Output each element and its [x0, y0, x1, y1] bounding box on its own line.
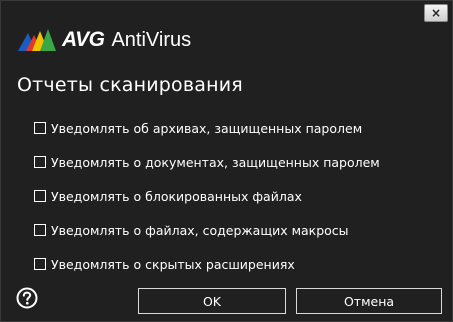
- option-archives[interactable]: Уведомлять об архивах, защищенных пароле…: [34, 119, 444, 137]
- option-macros[interactable]: Уведомлять о файлах, содержащих макросы: [34, 221, 444, 239]
- checkbox[interactable]: [34, 156, 46, 168]
- option-label: Уведомлять об архивах, защищенных пароле…: [51, 120, 363, 136]
- dialog-window: × AVG AntiVirus Отчеты сканирования Увед…: [0, 0, 453, 322]
- options-list: Уведомлять об архивах, защищенных пароле…: [34, 119, 444, 289]
- option-label: Уведомлять о документах, защищенных паро…: [51, 154, 380, 170]
- cancel-button[interactable]: Отмена: [296, 288, 442, 314]
- help-icon[interactable]: [16, 287, 38, 309]
- checkbox[interactable]: [34, 258, 46, 270]
- checkbox[interactable]: [34, 190, 46, 202]
- ok-button[interactable]: OK: [138, 288, 286, 314]
- product-name: AntiVirus: [111, 28, 192, 51]
- option-label: Уведомлять о скрытых расширениях: [51, 256, 295, 272]
- avg-logo-icon: [18, 29, 56, 51]
- ok-button-label: OK: [202, 293, 222, 309]
- checkbox[interactable]: [34, 122, 46, 134]
- option-hidden-extensions[interactable]: Уведомлять о скрытых расширениях: [34, 255, 444, 273]
- dialog-title: Отчеты сканирования: [17, 74, 243, 96]
- brand-name: AVG: [62, 28, 105, 51]
- close-button[interactable]: ×: [424, 4, 448, 22]
- option-label: Уведомлять о файлах, содержащих макросы: [51, 222, 349, 238]
- option-documents[interactable]: Уведомлять о документах, защищенных паро…: [34, 153, 444, 171]
- option-label: Уведомлять о блокированных файлах: [51, 188, 302, 204]
- option-blocked-files[interactable]: Уведомлять о блокированных файлах: [34, 187, 444, 205]
- brand-header: AVG AntiVirus: [18, 27, 191, 53]
- checkbox[interactable]: [34, 224, 46, 236]
- close-icon: ×: [430, 6, 442, 20]
- cancel-button-label: Отмена: [343, 293, 395, 309]
